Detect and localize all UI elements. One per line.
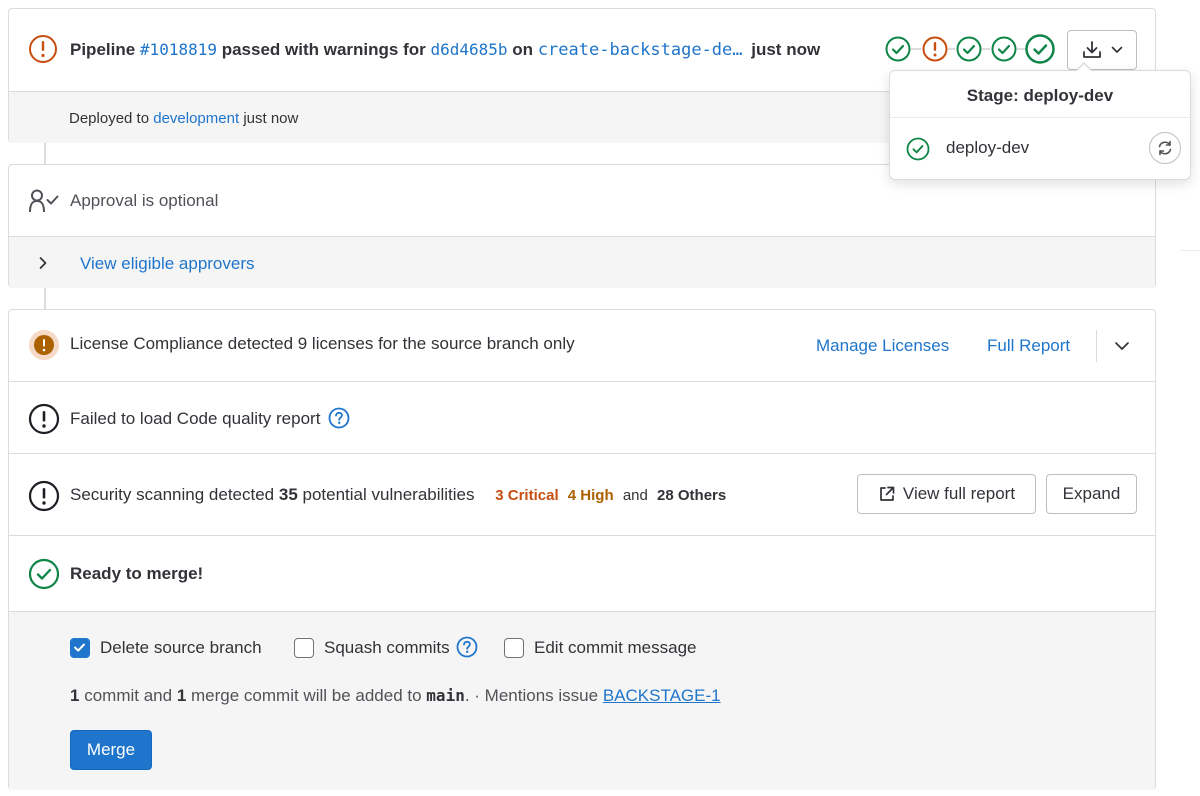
period: .	[464, 686, 470, 705]
others-count: 28 Others	[657, 487, 727, 504]
merge-request-reports: License Compliance detected 9 licenses f…	[8, 309, 1156, 790]
ready-to-merge-row: Ready to merge!	[9, 535, 1155, 611]
pipeline-id-link[interactable]: #1018819	[140, 40, 217, 59]
error-icon	[28, 480, 60, 512]
timeline-connector	[44, 143, 46, 164]
deployed-prefix: Deployed to	[69, 110, 150, 127]
expand-button[interactable]: Expand	[1046, 474, 1137, 514]
high-count: 4 High	[567, 487, 614, 504]
code-quality-row: Failed to load Code quality report	[9, 381, 1155, 453]
retry-icon	[1158, 140, 1172, 156]
on-text: on	[512, 40, 534, 59]
job-success-icon	[906, 137, 930, 161]
edit-commit-message-label[interactable]: Edit commit message	[534, 638, 697, 658]
stage-warning-icon[interactable]	[922, 36, 948, 62]
license-compliance-row: License Compliance detected 9 licenses f…	[9, 310, 1155, 381]
ready-to-merge-text: Ready to merge!	[70, 564, 204, 583]
approval-user-check-icon	[29, 189, 59, 213]
stage-deploy-dev-active-icon[interactable]	[1025, 34, 1055, 64]
divider	[1096, 330, 1097, 362]
stage-success-icon[interactable]	[885, 36, 911, 62]
external-link-icon	[880, 486, 895, 501]
pipeline-time: just now	[751, 40, 821, 59]
license-expand-toggle[interactable]	[1105, 330, 1139, 362]
timeline-connector	[44, 288, 46, 309]
code-quality-text: Failed to load Code quality report	[70, 407, 350, 429]
view-full-report-button[interactable]: View full report	[857, 474, 1036, 514]
target-branch: main	[426, 686, 465, 705]
license-summary: License Compliance detected 9 licenses f…	[70, 334, 575, 353]
checkmark-icon	[74, 643, 85, 652]
question-circle-icon[interactable]	[328, 407, 350, 429]
chevron-right-icon[interactable]	[38, 256, 48, 270]
commit-count: 1	[70, 686, 80, 705]
stage-dropdown-popover: Stage: deploy-dev deploy-dev	[889, 70, 1191, 180]
divider	[890, 117, 1190, 118]
squash-commits-option: Squash commits	[324, 636, 478, 658]
manage-licenses-link[interactable]: Manage Licenses	[816, 336, 949, 356]
deployment-info: Deployed to development just now	[69, 110, 298, 127]
stage-job-item[interactable]: deploy-dev	[890, 126, 1190, 170]
security-suffix: potential vulnerabilities	[302, 485, 475, 504]
warning-status-icon	[29, 35, 57, 63]
merge-options-panel: Delete source branch Squash commits Edit…	[9, 611, 1155, 790]
security-scanning-row: Security scanning detected 35 potential …	[9, 453, 1155, 535]
question-circle-icon[interactable]	[456, 636, 478, 658]
divider	[1180, 250, 1200, 251]
critical-count: 3 Critical	[495, 487, 559, 504]
deployed-time: just now	[243, 110, 299, 127]
chevron-down-icon	[1115, 342, 1129, 350]
stage-success-icon[interactable]	[991, 36, 1017, 62]
squash-commits-checkbox[interactable]	[294, 638, 314, 658]
stage-success-icon[interactable]	[956, 36, 982, 62]
approvers-toggle-row[interactable]: View eligible approvers	[9, 236, 1155, 288]
download-icon	[1083, 41, 1101, 58]
delete-source-branch-checkbox[interactable]	[70, 638, 90, 658]
popover-arrow	[1077, 64, 1091, 71]
code-quality-message: Failed to load Code quality report	[70, 409, 321, 428]
mini-pipeline-graph	[883, 34, 1063, 64]
security-prefix: Security scanning detected	[70, 485, 275, 504]
and-text: and	[622, 487, 648, 504]
environment-link[interactable]: development	[153, 110, 239, 127]
merge-commit-count: 1	[176, 686, 187, 705]
license-warning-icon	[29, 330, 59, 360]
pipeline-label: Pipeline	[70, 40, 136, 59]
pipeline-summary: Pipeline #1018819 passed with warnings f…	[70, 40, 820, 60]
commit-text: commit and	[84, 686, 173, 705]
chevron-down-icon	[1111, 46, 1123, 53]
merge-button[interactable]: Merge	[70, 730, 152, 770]
error-icon	[28, 403, 60, 435]
vulnerability-count: 35	[278, 485, 298, 504]
approval-widget: Approval is optional View eligible appro…	[8, 164, 1156, 288]
mentions-text: · Mentions issue	[474, 686, 599, 705]
success-check-icon	[28, 558, 60, 590]
edit-commit-message-checkbox[interactable]	[504, 638, 524, 658]
security-summary: Security scanning detected 35 potential …	[70, 485, 726, 505]
merge-commit-text: merge commit will be added to	[191, 686, 422, 705]
full-report-link[interactable]: Full Report	[987, 336, 1070, 356]
approval-status-text: Approval is optional	[70, 191, 219, 210]
issue-link[interactable]: BACKSTAGE-1	[603, 686, 721, 705]
stage-dropdown-title: Stage: deploy-dev	[966, 86, 1114, 105]
delete-source-branch-label[interactable]: Delete source branch	[100, 638, 262, 658]
view-eligible-approvers-link[interactable]: View eligible approvers	[80, 254, 255, 274]
squash-commits-label[interactable]: Squash commits	[324, 638, 450, 657]
view-full-report-label: View full report	[902, 484, 1016, 503]
merge-button-label: Merge	[86, 740, 136, 759]
branch-link[interactable]: create-backstage-de…	[538, 40, 743, 60]
merge-commit-info: 1 commit and 1 merge commit will be adde…	[70, 686, 721, 706]
pipeline-status-text: passed with warnings for	[221, 40, 426, 59]
commit-sha-link[interactable]: d6d4685b	[431, 40, 508, 59]
retry-job-button[interactable]	[1149, 132, 1181, 164]
expand-label: Expand	[1062, 484, 1121, 503]
job-name: deploy-dev	[946, 138, 1030, 157]
